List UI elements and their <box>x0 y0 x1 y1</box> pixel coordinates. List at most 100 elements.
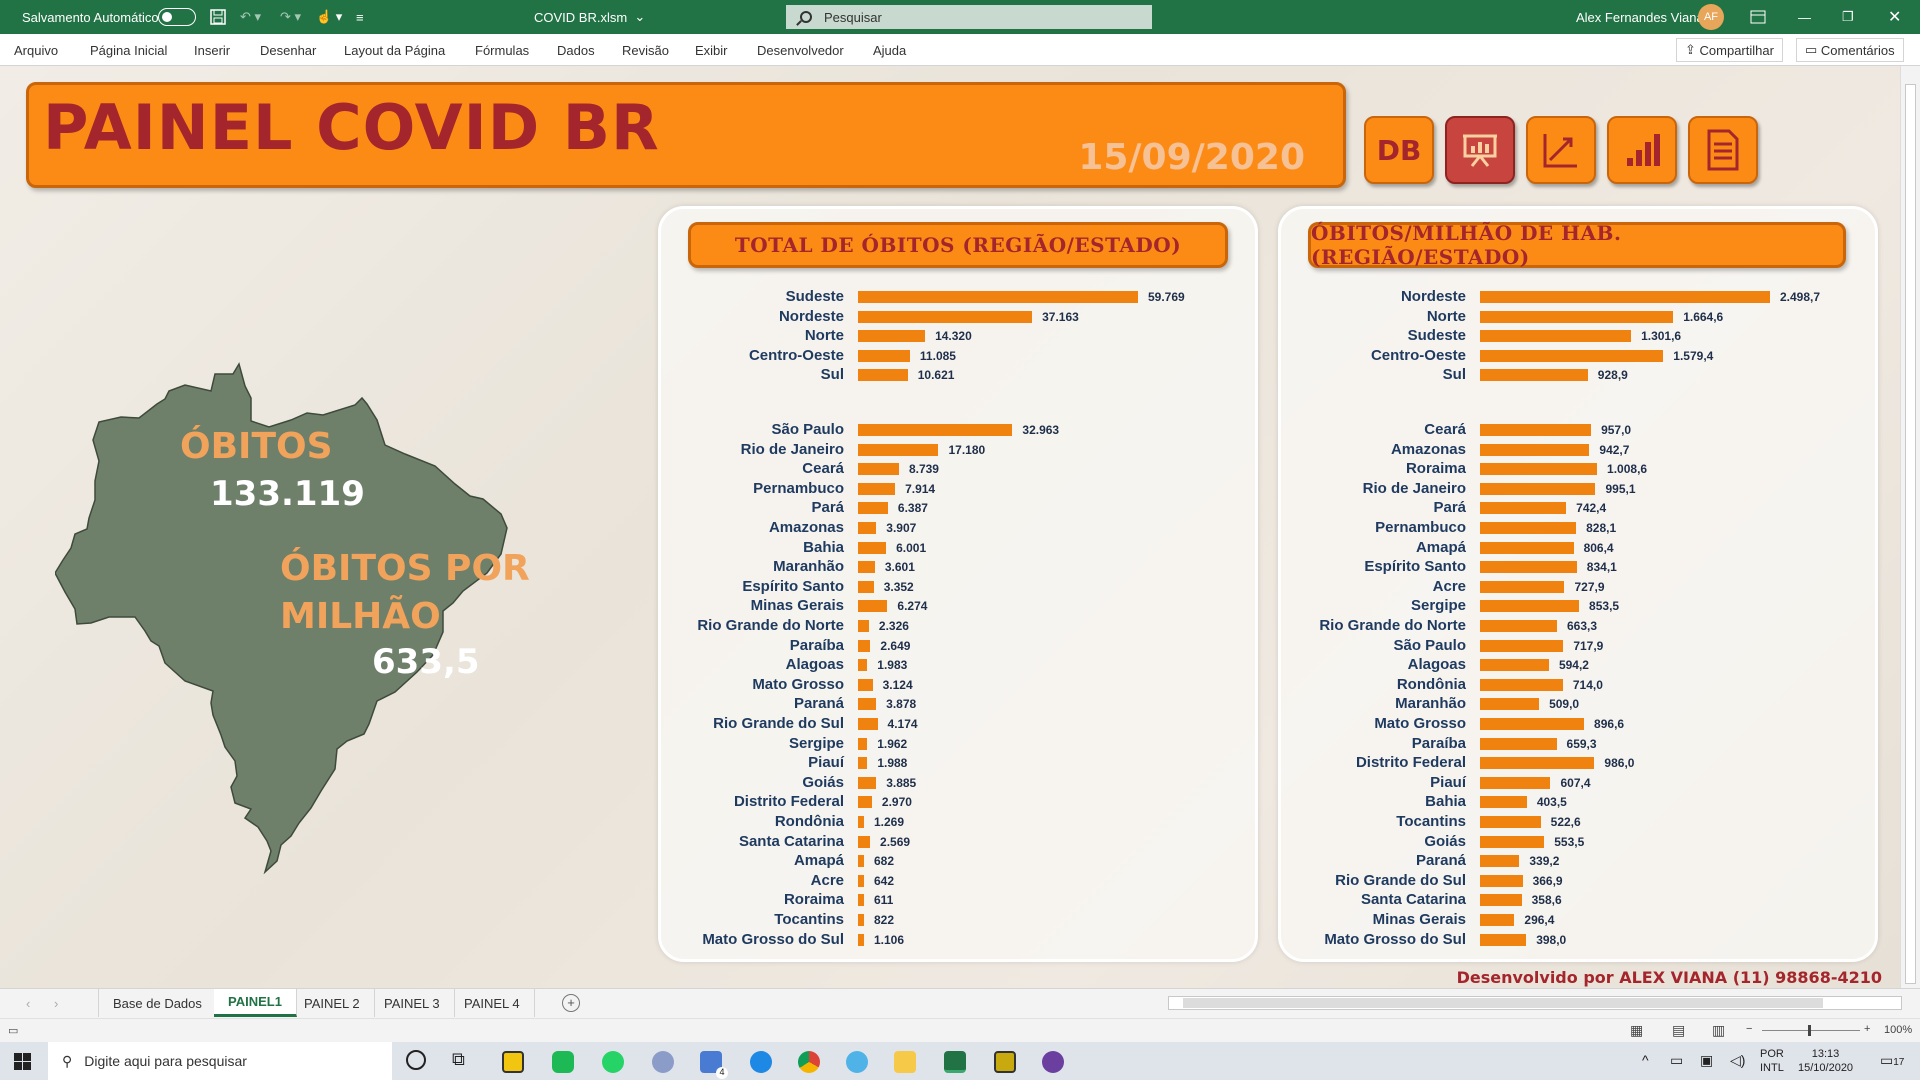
bar <box>1480 639 1564 652</box>
zoom-slider[interactable] <box>1762 1025 1860 1036</box>
bar <box>858 541 887 554</box>
bar <box>1480 796 1527 809</box>
tab-formulas[interactable]: Fórmulas <box>475 34 529 66</box>
bar-row: Sergipe 853,5 <box>1411 597 1860 615</box>
page-layout-icon[interactable]: ▤ <box>1672 1022 1685 1039</box>
bar-category-label: Pernambuco <box>1375 519 1466 536</box>
customize-qat-icon[interactable]: ≡ <box>356 0 364 34</box>
comments-button[interactable]: ▭ Comentários <box>1796 38 1904 62</box>
sheet-tab-base-de-dados[interactable]: Base de Dados <box>98 989 217 1017</box>
zoom-level[interactable]: 100% <box>1884 1024 1912 1036</box>
volume-icon[interactable]: ◁) <box>1730 1052 1745 1069</box>
autosave-toggle[interactable] <box>158 0 196 34</box>
close-icon[interactable]: ✕ <box>1888 0 1901 34</box>
clock[interactable]: 13:13 15/10/2020 <box>1798 1042 1853 1080</box>
bar-category-label: Paraíba <box>1411 734 1466 752</box>
tab-revisao[interactable]: Revisão <box>622 34 669 66</box>
redo-icon[interactable]: ↷ ▾ <box>280 0 301 34</box>
tab-ajuda[interactable]: Ajuda <box>873 34 906 66</box>
normal-view-icon[interactable]: ▦ <box>1630 1022 1643 1039</box>
horizontal-scrollbar[interactable] <box>1168 996 1902 1010</box>
windows-start-icon[interactable] <box>14 1053 31 1073</box>
tab-pagina-inicial[interactable]: Página Inicial <box>90 34 167 66</box>
bar <box>858 874 864 887</box>
excel-icon[interactable] <box>944 1051 966 1073</box>
tab-inserir[interactable]: Inserir <box>194 34 230 66</box>
vertical-scrollbar[interactable] <box>1900 66 1920 988</box>
bar-value-label: 828,1 <box>1586 521 1617 535</box>
edge-icon[interactable] <box>750 1051 772 1073</box>
battery-icon[interactable]: ▭ <box>1670 1052 1683 1069</box>
sheet-tab-painel2[interactable]: PAINEL 2 <box>290 989 375 1017</box>
tab-arquivo[interactable]: Arquivo <box>14 34 58 66</box>
file-name[interactable]: COVID BR.xlsm ⌄ <box>534 0 645 34</box>
sheet-tab-painel1[interactable]: PAINEL1 <box>214 989 297 1017</box>
presentation-button[interactable] <box>1445 116 1515 184</box>
autosave-label: Salvamento Automático <box>22 9 159 25</box>
bar-category-label: Ceará <box>802 460 844 478</box>
notifications-icon[interactable]: ▭17 <box>1880 1052 1904 1069</box>
undo-icon[interactable]: ↶ ▾ <box>240 0 261 34</box>
taskbar-search-input[interactable]: ⚲ Digite aqui para pesquisar <box>48 1042 392 1080</box>
tab-layout[interactable]: Layout da Página <box>344 34 445 66</box>
sticky-notes-icon[interactable] <box>502 1051 524 1073</box>
bar-row: Mato Grosso do Sul 398,0 <box>1324 931 1860 949</box>
bar-value-label: 1.269 <box>874 815 905 829</box>
bar-value-label: 727,9 <box>1574 579 1605 594</box>
zoom-in-icon[interactable]: + <box>1864 1023 1870 1035</box>
cortana-icon[interactable] <box>406 1050 426 1070</box>
ribbon-display-icon[interactable] <box>1750 0 1766 34</box>
user-name[interactable]: Alex Fernandes Viana <box>1576 0 1704 34</box>
bar <box>858 349 910 362</box>
bar-value-label: 7.914 <box>905 481 936 496</box>
network-app-icon[interactable] <box>652 1051 674 1073</box>
save-icon[interactable] <box>210 0 226 34</box>
zoom-out-icon[interactable]: − <box>1746 1023 1752 1035</box>
ribbon-tabs: Arquivo Página Inicial Inserir Desenhar … <box>0 34 1920 66</box>
tab-desenvolvedor[interactable]: Desenvolvedor <box>757 34 844 66</box>
bar-category-label: Rio Grande do Sul <box>713 715 844 732</box>
trend-chart-button[interactable] <box>1526 116 1596 184</box>
language-indicator[interactable]: POR INTL <box>1760 1042 1784 1080</box>
minimize-icon[interactable]: — <box>1798 0 1811 34</box>
bar <box>858 561 875 574</box>
avatar[interactable]: AF <box>1698 0 1724 34</box>
sheet-tab-painel3[interactable]: PAINEL 3 <box>370 989 455 1017</box>
tab-desenhar[interactable]: Desenhar <box>260 34 316 66</box>
database-button[interactable]: DB <box>1364 116 1434 184</box>
internet-explorer-icon[interactable] <box>846 1051 868 1073</box>
bar <box>1480 502 1567 515</box>
chevron-up-icon[interactable]: ^ <box>1642 1052 1649 1068</box>
bar-value-label: 553,5 <box>1554 834 1585 849</box>
bar <box>858 330 926 343</box>
sheet-tab-painel4[interactable]: PAINEL 4 <box>450 989 535 1017</box>
app-green-icon[interactable] <box>552 1051 574 1073</box>
macro-record-icon[interactable]: ▭ <box>8 1024 18 1037</box>
chrome-icon[interactable] <box>798 1051 820 1073</box>
bar-value-label: 3.907 <box>886 521 917 535</box>
bar-row: Sergipe 1.962 <box>789 735 1238 753</box>
task-view-icon[interactable]: ⧉ <box>452 1049 465 1070</box>
bar-chart-button[interactable] <box>1607 116 1677 184</box>
chevron-down-icon: ⌄ <box>634 9 646 24</box>
touch-mode-icon[interactable]: ☝ ▾ <box>316 0 342 34</box>
network-icon[interactable]: ▣ <box>1700 1052 1713 1069</box>
file-explorer-icon[interactable] <box>894 1051 916 1073</box>
sheet-tabs-bar: ‹ › Base de Dados PAINEL1 PAINEL 2 PAINE… <box>0 988 1920 1018</box>
tab-exibir[interactable]: Exibir <box>695 34 728 66</box>
share-button[interactable]: ⇪ Compartilhar <box>1676 38 1783 62</box>
next-sheet-icon[interactable]: › <box>54 996 58 1011</box>
report-button[interactable] <box>1688 116 1758 184</box>
restore-icon[interactable]: ❐ <box>1842 0 1854 34</box>
add-sheet-icon[interactable]: + <box>562 994 580 1012</box>
whatsapp-icon[interactable] <box>602 1051 624 1073</box>
app-purple-icon[interactable] <box>1042 1051 1064 1073</box>
mail-icon[interactable]: 4 <box>700 1051 728 1079</box>
bar-category-label: Piauí <box>1430 773 1466 791</box>
tab-dados[interactable]: Dados <box>557 34 595 66</box>
page-break-icon[interactable]: ▥ <box>1712 1022 1725 1039</box>
prev-sheet-icon[interactable]: ‹ <box>26 996 30 1011</box>
app-yellow-icon[interactable] <box>994 1051 1016 1073</box>
search-input[interactable]: Pesquisar <box>786 5 1152 29</box>
bar <box>858 855 864 868</box>
